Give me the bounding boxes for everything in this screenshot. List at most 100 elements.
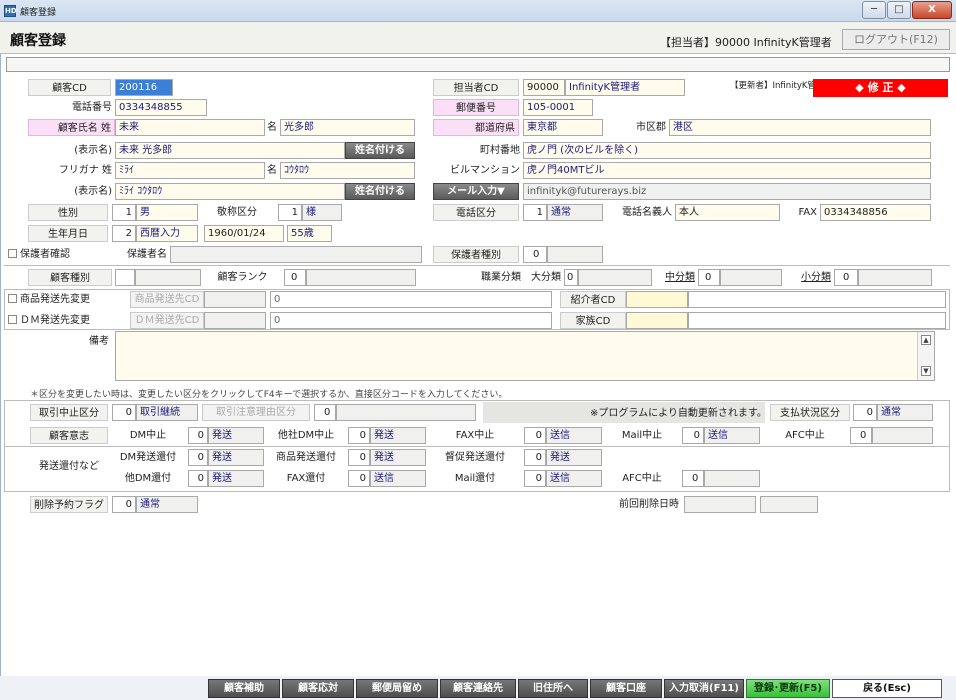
label-middle[interactable]: 中分類 [652,269,698,286]
label-family: 家族CD [560,312,626,329]
label-gender: 性別 [28,204,108,221]
kana-first-input[interactable]: ｺｳﾀﾛｳ [280,162,415,179]
customer-aux-button[interactable]: 顧客補助 [208,679,280,698]
display-name-input[interactable]: 未来 光多郎 [115,142,345,159]
window-titlebar [0,0,956,22]
fax-input[interactable]: 0334348856 [820,204,931,221]
dm-stop-code-input[interactable]: 0 [188,427,208,444]
fax-return-value: 送信 [370,470,426,487]
kana-last-input[interactable]: ﾐﾗｲ [115,162,265,179]
reason-button[interactable]: 取引注意理由区分 [202,404,310,421]
other-dm-value: 発送 [370,427,426,444]
email-input[interactable]: infinityk@futurerays.biz [523,183,931,200]
label-fax: FAX [798,207,817,218]
close-button[interactable]: X [912,1,952,19]
last-delete-time [760,496,818,513]
minor-code-input[interactable]: 0 [834,269,858,286]
label-phone-kbn: 電話区分 [433,204,519,221]
cancel-input-button[interactable]: 入力取消(F11) [664,679,744,698]
phone-kbn-code-input[interactable]: 1 [523,204,547,221]
fax-stop-code-input[interactable]: 0 [524,427,546,444]
customer-cd-input[interactable]: 200116 [115,79,173,96]
customer-response-button[interactable]: 顧客応対 [282,679,354,698]
family-cd-input[interactable] [626,312,688,329]
post-office-hold-button[interactable]: 郵便局留め [356,679,438,698]
dm-return-code-input[interactable]: 0 [188,449,208,466]
guardian-name-input[interactable] [170,246,422,263]
dm-dest-change-check[interactable]: ＤＭ発送先変更 [8,312,90,329]
label-guardian-name: 保護者名 [127,249,167,260]
back-button[interactable]: 戻る(Esc) [832,679,942,698]
name-attach-button[interactable]: 姓名付ける [345,142,415,159]
mail-stop-code-input[interactable]: 0 [682,427,704,444]
honorific-code-input[interactable]: 1 [278,204,302,221]
major-code-input[interactable]: 0 [564,269,578,286]
label-cust-kind: 顧客種別 [28,269,112,286]
referrer-cd-input[interactable] [626,291,688,308]
maximize-button[interactable]: □ [887,1,911,19]
other-dm-code-input[interactable]: 0 [348,427,370,444]
label-disp1: (表示名) [74,145,112,156]
dm-dest-cd-button[interactable]: ＤＭ発送先CD [130,312,204,329]
pref-input[interactable]: 東京都 [523,119,603,136]
remarks-textarea[interactable] [115,331,935,381]
building-input[interactable]: 虎ノ門40MTビル [523,162,931,179]
family-name [688,312,946,329]
gender-code-input[interactable]: 1 [112,204,136,221]
divider [4,265,950,266]
gender-value: 男 [136,204,198,221]
customer-contact-button[interactable]: 顧客連絡先 [440,679,516,698]
stop-code-input[interactable]: 0 [112,404,136,421]
first-name-input[interactable]: 光多郎 [280,119,415,136]
goods-dest-cd-button[interactable]: 商品発送先CD [130,291,204,308]
middle-code-input[interactable]: 0 [698,269,720,286]
goods-dest-cd-input[interactable] [204,291,266,308]
town-input[interactable]: 虎ノ門 (次のビルを除く) [523,142,931,159]
register-update-button[interactable]: 登録･更新(F5) [746,679,830,698]
guardian-kind-code-input[interactable]: 0 [523,246,547,263]
customer-account-button[interactable]: 顧客口座 [590,679,662,698]
phone-input[interactable]: 0334348855 [115,99,207,116]
dun-return-code-input[interactable]: 0 [524,449,546,466]
goods-return-code-input[interactable]: 0 [348,449,370,466]
phone-owner-input[interactable]: 本人 [675,204,780,221]
dm-dest-num: 0 [270,312,552,329]
other-dm-return-code-input[interactable]: 0 [188,470,208,487]
city-input[interactable]: 港区 [669,119,931,136]
label-minor[interactable]: 小分類 [782,269,834,286]
dm-dest-cd-input[interactable] [204,312,266,329]
old-address-button[interactable]: 旧住所へ [518,679,588,698]
phone-kbn-value: 通常 [547,204,603,221]
birth-date-input[interactable]: 1960/01/24 [204,225,284,242]
afc-stop2-code-input[interactable]: 0 [682,470,704,487]
mail-return-code-input[interactable]: 0 [524,470,546,487]
scroll-up-icon[interactable]: ▲ [921,335,931,345]
mail-stop-value: 送信 [704,427,760,444]
guardian-check[interactable]: 保護者確認 [8,246,70,263]
cust-rank-code-input[interactable]: 0 [284,269,306,286]
reason-code-input[interactable]: 0 [314,404,336,421]
postal-input[interactable]: 105-0001 [523,99,593,116]
goods-dest-change-check[interactable]: 商品発送先変更 [8,291,90,308]
delete-flag-code-input[interactable]: 0 [112,496,136,513]
minimize-button[interactable]: ─ [862,1,886,19]
kana-attach-button[interactable]: 姓名付ける [345,183,415,200]
cust-kind-code-input[interactable] [115,269,135,286]
label-pref: 都道府県 [433,119,519,136]
afc-stop-code-input[interactable]: 0 [850,427,872,444]
pay-code-input[interactable]: 0 [853,404,877,421]
staff-code-input[interactable]: 90000 [523,79,565,96]
label-postal: 郵便番号 [433,99,519,116]
last-name-input[interactable]: 未来 [115,119,265,136]
logout-button[interactable]: ログアウト(F12) [842,29,950,50]
remarks-scrollbar[interactable]: ▲ ▼ [917,332,934,380]
referrer-name [688,291,946,308]
birth-era-code-input[interactable]: 2 [112,225,136,242]
fax-return-code-input[interactable]: 0 [348,470,370,487]
window-title: 顧客登録 [20,8,57,18]
label-phone-owner: 電話名義人 [622,207,672,218]
display-kana-input[interactable]: ﾐﾗｲ ｺｳﾀﾛｳ [115,183,345,200]
scroll-down-icon[interactable]: ▼ [921,366,931,376]
checkbox-icon [8,249,17,258]
mail-input-button[interactable]: メール入力▼ [433,183,519,200]
